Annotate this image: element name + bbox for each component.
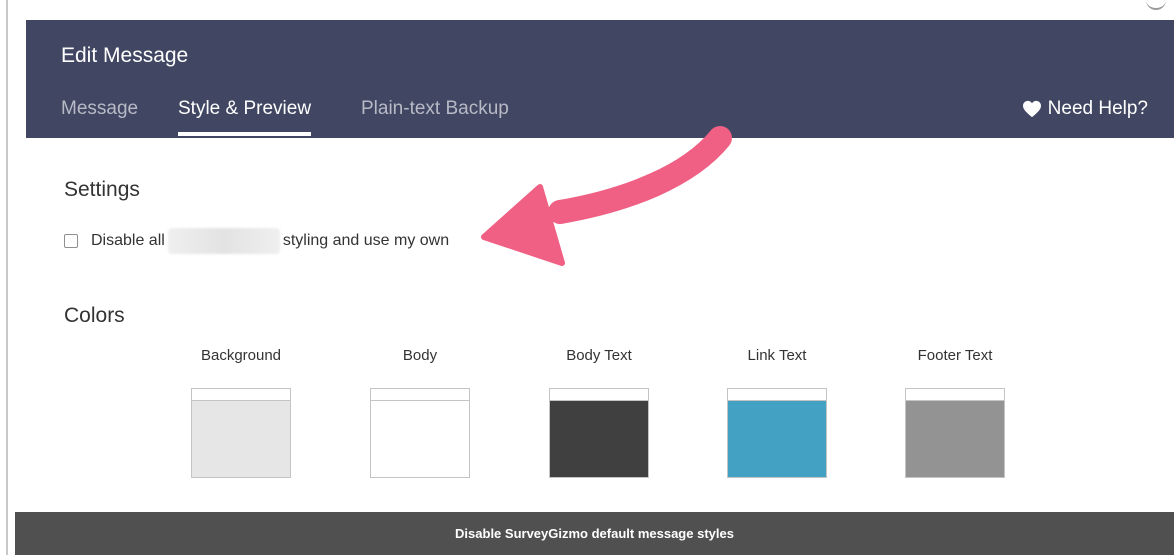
- tab-message-label: Message: [61, 98, 139, 119]
- swatch-label: Body: [402, 347, 438, 364]
- option-text-prefix: Disable all: [91, 232, 165, 249]
- tab-style-preview[interactable]: Style & Preview: [178, 98, 312, 136]
- heart-icon: [1022, 100, 1041, 118]
- tab-message[interactable]: Message: [61, 98, 138, 120]
- swatch-column-footer-text: Footer Text: [905, 346, 1005, 478]
- dialog-title: Edit Message: [61, 44, 189, 67]
- swatch-label: Footer Text: [917, 347, 993, 364]
- swatch-fill: [550, 401, 648, 477]
- tab-style-preview-label: Style & Preview: [178, 98, 312, 119]
- swatch-label: Link Text: [747, 347, 807, 364]
- color-swatch-body-text[interactable]: [549, 388, 649, 478]
- swatch-fill: [371, 401, 469, 477]
- color-swatch-body[interactable]: [370, 388, 470, 478]
- swatch-column-link-text: Link Text: [727, 346, 827, 478]
- tab-plain-text-backup-label: Plain-text Backup: [361, 98, 509, 119]
- swatch-fill: [906, 401, 1004, 477]
- color-swatch-link-text[interactable]: [727, 388, 827, 478]
- disable-styling-option: Disable all styling and use my own: [64, 228, 449, 254]
- swatch-label: Background: [200, 347, 282, 364]
- need-help-link[interactable]: Need Help?: [1022, 98, 1148, 120]
- edit-message-header: Edit Message Message Style & Preview Pla…: [26, 20, 1174, 138]
- swatch-label: Body Text: [566, 347, 632, 364]
- swatch-fill: [728, 401, 826, 477]
- caption-text: Disable SurveyGizmo default message styl…: [455, 526, 734, 541]
- color-swatch-background[interactable]: [191, 388, 291, 478]
- swatch-column-background: Background: [191, 346, 291, 478]
- swatch-header: [550, 389, 648, 401]
- disable-styling-checkbox[interactable]: [64, 234, 78, 248]
- swatch-header: [192, 389, 290, 401]
- annotation-arrow-head: [481, 184, 565, 266]
- color-swatch-footer-text[interactable]: [905, 388, 1005, 478]
- swatch-column-body: Body: [370, 346, 470, 478]
- swatch-header: [906, 389, 1004, 401]
- page-left-border: [6, 0, 8, 555]
- colors-heading: Colors: [64, 304, 125, 327]
- caption-bar: Disable SurveyGizmo default message styl…: [15, 512, 1174, 555]
- redacted-brand-name: [167, 228, 280, 254]
- corner-mark: [1146, 0, 1166, 10]
- settings-heading: Settings: [64, 178, 140, 201]
- swatch-column-body-text: Body Text: [549, 346, 649, 478]
- swatch-header: [371, 389, 469, 401]
- swatch-fill: [192, 401, 290, 477]
- option-text-suffix: styling and use my own: [282, 232, 450, 249]
- annotation-arrow-shaft: [548, 126, 732, 224]
- swatch-header: [728, 389, 826, 401]
- tab-plain-text-backup[interactable]: Plain-text Backup: [361, 98, 509, 120]
- need-help-label: Need Help?: [1047, 98, 1148, 119]
